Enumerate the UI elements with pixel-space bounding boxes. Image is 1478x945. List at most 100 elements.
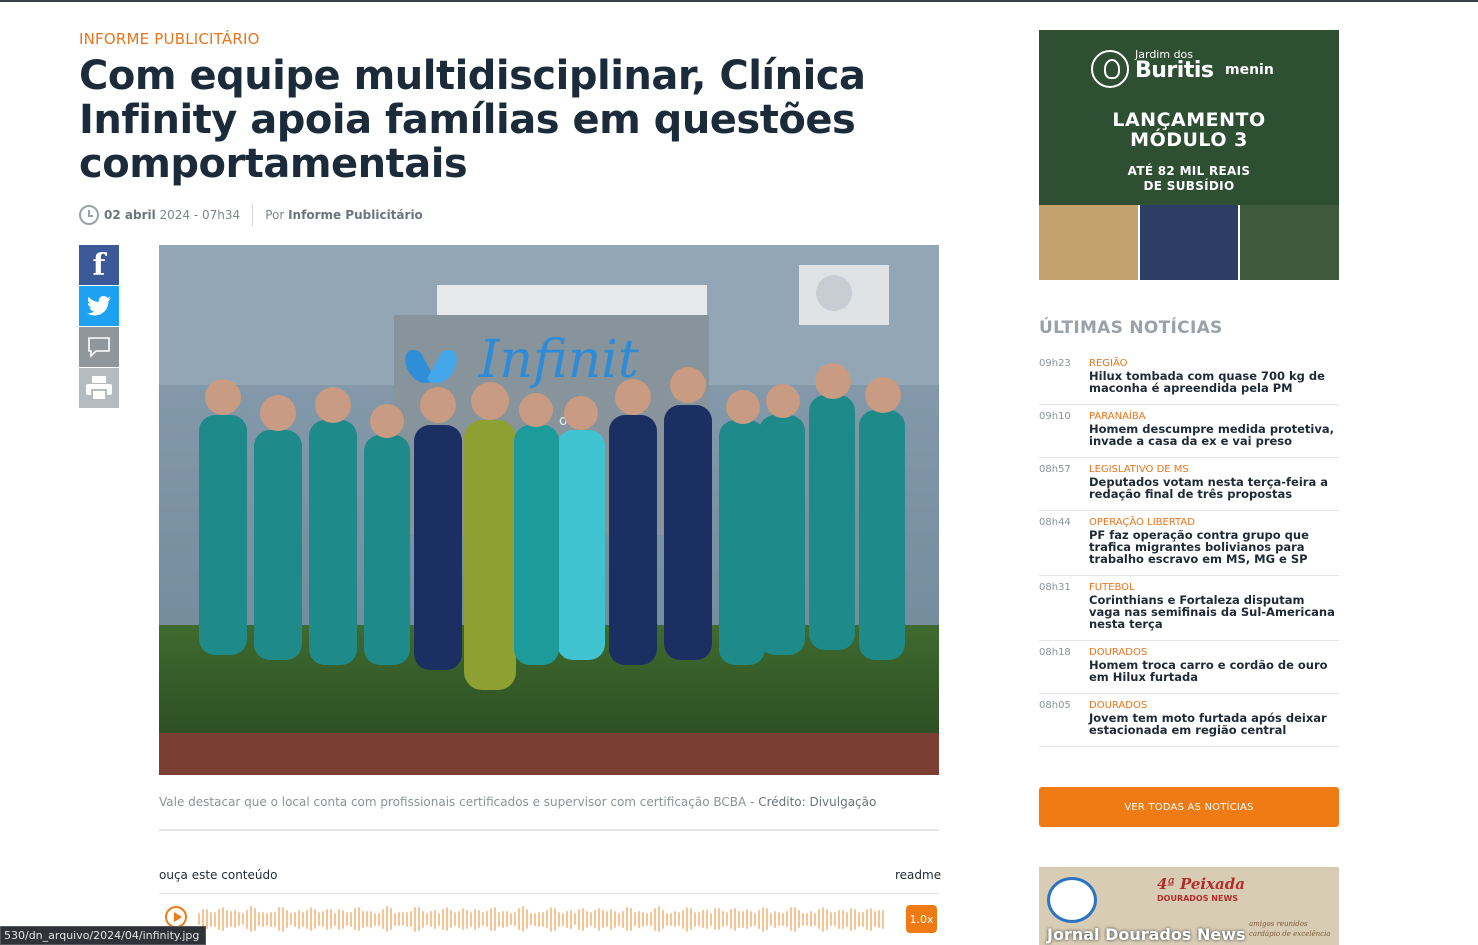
meta-divider [252, 204, 254, 226]
news-headline[interactable]: Homem descumpre medida protetiva, invade… [1089, 423, 1339, 447]
waveform-bar [218, 908, 220, 930]
waveform-bar [442, 908, 444, 930]
twitter-share-button[interactable] [79, 286, 119, 326]
waveform-bar [550, 906, 552, 932]
ad-headline-line2: MÓDULO 3 [1130, 129, 1248, 151]
waveform-bar [602, 910, 604, 928]
print-button[interactable] [79, 368, 119, 408]
news-item[interactable]: 08h57 LEGISLATIVO DE MS Deputados votam ne… [1039, 458, 1339, 511]
waveform-bar [670, 912, 672, 926]
news-item[interactable]: 08h18 DOURADOS Homem troca carro e cordão … [1039, 641, 1339, 694]
waveform-bar [834, 912, 836, 926]
news-time: 08h57 [1039, 464, 1071, 475]
waveform-bar [530, 913, 532, 925]
waveform-bar [686, 906, 688, 932]
news-headline[interactable]: Hilux tombada com quase 700 kg de maconh… [1089, 370, 1339, 394]
waveform-bar [730, 909, 732, 929]
waveform-bar [642, 911, 644, 927]
by-label: Por [265, 208, 289, 222]
news-item[interactable]: 08h31 FUTEBOL Corinthians e Fortaleza disp… [1039, 576, 1339, 641]
waveform-bar [586, 910, 588, 928]
waveform-bar [838, 909, 840, 929]
waveform-bar [798, 910, 800, 928]
waveform-bar [474, 908, 476, 930]
article-photo[interactable]: Infinit oc [159, 245, 939, 775]
waveform-bar [810, 911, 812, 927]
waveform-bar [878, 910, 880, 928]
news-headline[interactable]: Deputados votam nesta terça-feira a reda… [1089, 476, 1339, 500]
news-headline[interactable]: Jovem tem moto furtada após deixar estac… [1089, 712, 1339, 736]
news-item[interactable]: 08h05 DOURADOS Jovem tem moto furtada após… [1039, 694, 1339, 747]
facebook-share-button[interactable]: f [79, 245, 119, 285]
all-news-button[interactable]: VER TODAS AS NOTÍCIAS [1039, 787, 1339, 827]
waveform-bar [406, 911, 408, 927]
waveform-bar [302, 911, 304, 927]
waveform-bar [390, 908, 392, 930]
waveform-bar [330, 909, 332, 929]
listen-label: ouça este conteúdo [159, 868, 278, 882]
waveform-bar [478, 910, 480, 928]
twitter-icon [87, 296, 111, 316]
waveform-bar [366, 911, 368, 927]
news-headline[interactable]: PF faz operação contra grupo que trafica… [1089, 529, 1339, 565]
waveform-bar [310, 907, 312, 931]
waveform-bar [626, 907, 628, 931]
waveform-bar [726, 912, 728, 926]
news-headline[interactable]: Homem troca carro e cordão de ouro em Hi… [1089, 659, 1339, 683]
waveform-bar [518, 908, 520, 930]
news-item[interactable]: 09h23 REGIÃO Hilux tombada com quase 700 k… [1039, 352, 1339, 405]
waveform-bar [574, 913, 576, 925]
playback-speed-button[interactable]: 1.0x [906, 905, 937, 933]
waveform-bar [526, 909, 528, 929]
waveform-bar [598, 907, 600, 931]
waveform-bar [514, 912, 516, 926]
waveform-bar [610, 908, 612, 930]
ad2-sub: DOURADOS NEWS [1157, 894, 1239, 903]
waveform-bar [322, 911, 324, 927]
waveform-bar [466, 909, 468, 929]
news-body: DOURADOS Homem troca carro e cordão de ou… [1089, 646, 1339, 683]
news-body: PARANAÍBA Homem descumpre medida protetiv… [1089, 410, 1339, 447]
waveform-bar [638, 910, 640, 928]
news-headline[interactable]: Corinthians e Fortaleza disputam vaga na… [1089, 594, 1339, 630]
waveform-bar [738, 910, 740, 928]
waveform-bar [682, 909, 684, 929]
waveform-bar [394, 912, 396, 926]
waveform-bar [606, 911, 608, 927]
news-time: 08h05 [1039, 700, 1071, 711]
waveform-bar [222, 907, 224, 931]
waveform-bar [594, 910, 596, 928]
waveform-bar [558, 911, 560, 927]
waveform-bar [582, 907, 584, 931]
audio-waveform[interactable] [198, 902, 888, 936]
readme-link[interactable]: readme [895, 868, 941, 882]
waveform-bar [410, 911, 412, 927]
waveform-bar [862, 911, 864, 927]
waveform-bar [502, 910, 504, 928]
waveform-bar [618, 912, 620, 926]
waveform-bar [570, 909, 572, 929]
news-item[interactable]: 09h10 PARANAÍBA Homem descumpre medida pro… [1039, 405, 1339, 458]
waveform-bar [658, 906, 660, 932]
news-item[interactable]: 08h44 OPERAÇÃO LIBERTAD PF faz operação co… [1039, 511, 1339, 576]
waveform-bar [210, 911, 212, 927]
comment-button[interactable] [79, 327, 119, 367]
waveform-bar [486, 911, 488, 927]
waveform-bar [226, 910, 228, 928]
waveform-bar [562, 912, 564, 926]
article-kicker[interactable]: INFORME PUBLICITÁRIO [79, 30, 260, 48]
waveform-bar [386, 906, 388, 932]
waveform-bar [426, 913, 428, 925]
waveform-bar [510, 913, 512, 925]
article-author[interactable]: Informe Publicitário [288, 208, 423, 222]
sidebar-ad-jardim-buritis[interactable]: Jardim dos Buritis menin LANÇAMENTO MÓDU… [1039, 30, 1339, 280]
waveform-bar [266, 912, 268, 926]
ad2-title: 4ª Peixada [1157, 875, 1245, 893]
ad-brand-big: Buritis [1135, 58, 1214, 83]
play-button[interactable] [165, 906, 187, 928]
event-badge-icon [1047, 877, 1097, 923]
waveform-bar [454, 912, 456, 926]
waveform-bar [674, 911, 676, 927]
waveform-bar [554, 907, 556, 931]
sidebar-ad-peixada[interactable]: 4ª Peixada DOURADOS NEWS amigos reunidos… [1039, 867, 1339, 945]
